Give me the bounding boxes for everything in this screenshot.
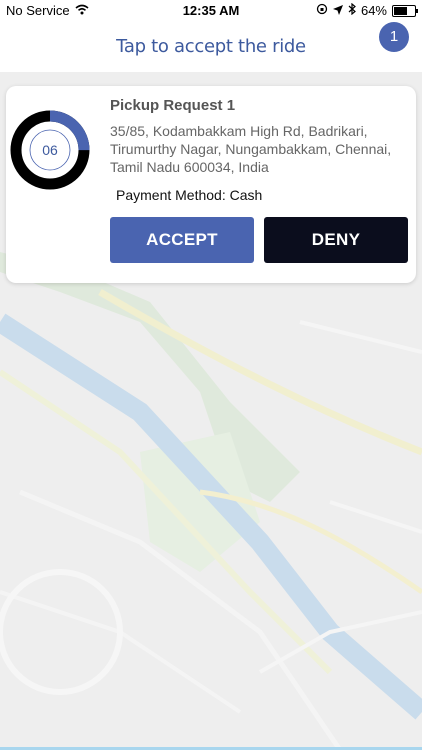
status-bar: No Service 12:35 AM 64% [0,0,422,22]
status-right: 64% [316,2,418,18]
accept-button[interactable]: ACCEPT [110,217,254,263]
location-arrow-icon [332,3,343,18]
wifi-icon [75,3,89,18]
deny-button[interactable]: DENY [264,217,408,263]
rotation-lock-icon [316,3,328,18]
request-title: Pickup Request 1 [110,97,236,114]
pickup-request-card: 06 Pickup Request 1 35/85, Kodambakkam H… [6,86,416,283]
battery-icon [392,4,418,17]
payment-method: Payment Method: Cash [116,187,263,203]
pickup-address: 35/85, Kodambakkam High Rd, Badrikari, T… [110,123,392,175]
app-header: Tap to accept the ride 1 [0,22,422,72]
carrier-label: No Service [6,3,70,18]
bluetooth-icon [348,2,356,18]
status-left: No Service [6,3,89,18]
page-title: Tap to accept the ride [116,36,306,57]
request-count-badge[interactable]: 1 [379,22,409,52]
battery-percent: 64% [360,3,387,18]
countdown-value: 06 [42,142,58,158]
